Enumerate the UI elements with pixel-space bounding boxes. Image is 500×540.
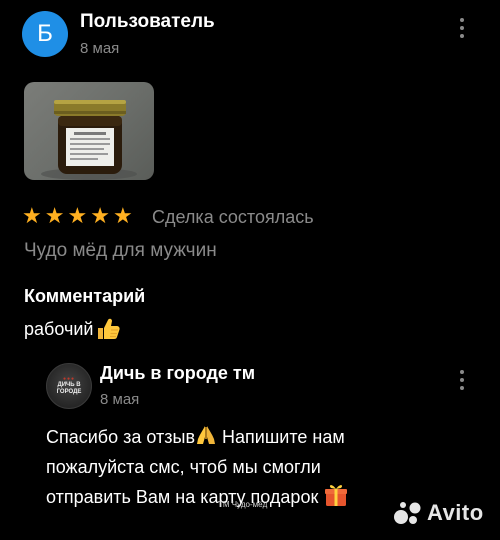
gift-emoji <box>325 485 348 506</box>
avito-brand-text: Avito <box>427 500 484 525</box>
seller-avatar[interactable]: ●●● ДИЧЬ В ГОРОДЕ <box>46 363 92 409</box>
honey-jar-image <box>41 100 137 180</box>
seller-name[interactable]: Дичь в городе тм <box>100 363 255 384</box>
review-photo[interactable] <box>24 82 154 180</box>
star-icon: ★ <box>90 203 110 228</box>
reply-more-icon[interactable] <box>455 367 469 393</box>
avito-watermark: Avito <box>393 500 484 526</box>
star-icon: ★ <box>44 203 65 228</box>
comment-text-row: рабочий <box>24 317 121 341</box>
thumbs-up-emoji <box>98 318 121 339</box>
avatar[interactable]: Б <box>22 11 68 57</box>
avatar-letter: Б <box>37 20 53 47</box>
avito-logo-icon <box>394 502 421 524</box>
reply-text: Спасибо за отзыв Напишите нам пожалуйста… <box>46 422 466 512</box>
overlay-watermark-text: ТМ Чудо-мёд <box>218 500 268 509</box>
reply-line-2: пожалуйста смс, чтоб мы смогли <box>46 457 321 477</box>
deal-status: Сделка состоялась <box>152 207 314 227</box>
star-icon: ★ <box>22 203 42 228</box>
star-icon: ★ <box>67 203 88 228</box>
comment-heading: Комментарий <box>24 286 146 306</box>
rating-stars: ★ ★ ★ ★ ★ <box>22 205 133 227</box>
reply-date: 8 мая <box>100 391 140 408</box>
review-more-icon[interactable] <box>455 15 469 41</box>
seller-logo-text: ДИЧЬ В ГОРОДЕ <box>56 382 82 395</box>
folded-hands-emoji <box>197 426 216 444</box>
review-author[interactable]: Пользователь <box>80 11 215 33</box>
comment-text: рабочий <box>24 318 94 339</box>
product-name[interactable]: Чудо мёд для мужчин <box>24 240 217 262</box>
review-date: 8 мая <box>80 40 120 57</box>
reply-line-1: Спасибо за отзыв Напишите нам <box>46 422 466 452</box>
star-icon: ★ <box>112 203 133 228</box>
